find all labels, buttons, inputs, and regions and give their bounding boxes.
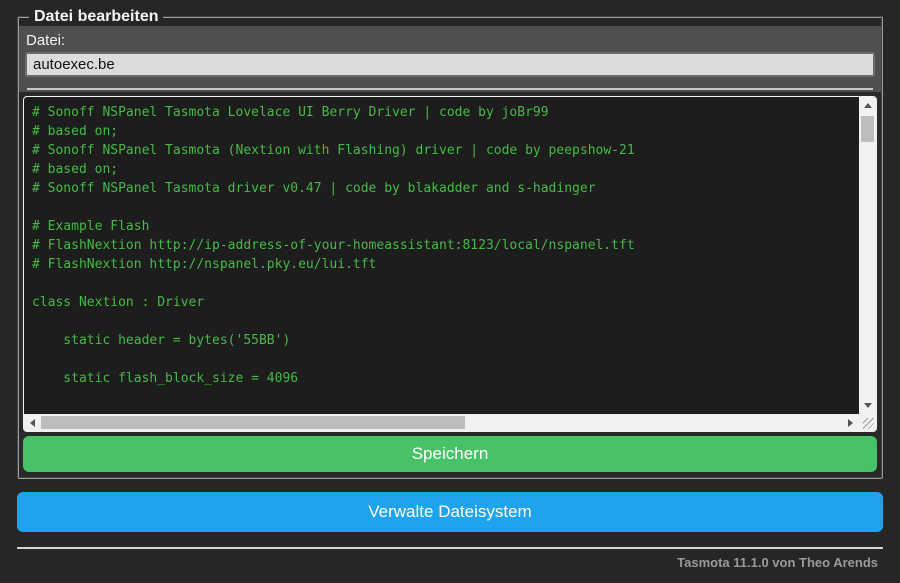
horizontal-scrollbar-thumb[interactable] [41, 416, 465, 429]
scrollbar-corner [859, 414, 876, 431]
scroll-up-button[interactable] [859, 97, 876, 114]
file-form-section: Datei: [19, 26, 881, 92]
scroll-down-arrow-icon [863, 403, 872, 408]
version-text: Tasmota 11.1.0 von Theo Arends [677, 555, 878, 570]
scroll-left-button[interactable] [24, 414, 41, 431]
form-divider [27, 88, 873, 90]
manage-filesystem-button[interactable]: Verwalte Dateisystem [17, 492, 883, 532]
file-edit-fieldset: Datei bearbeiten Datei: # Sonoff NSPanel… [17, 8, 883, 479]
code-textarea[interactable]: # Sonoff NSPanel Tasmota Lovelace UI Ber… [23, 96, 877, 432]
scroll-right-button[interactable] [842, 414, 859, 431]
vertical-scrollbar[interactable] [859, 97, 876, 414]
file-label: Datei: [26, 32, 66, 49]
editor-section: # Sonoff NSPanel Tasmota Lovelace UI Ber… [19, 92, 881, 477]
scroll-up-arrow-icon [863, 103, 872, 108]
footer: Tasmota 11.1.0 von Theo Arends [17, 547, 883, 570]
scroll-right-arrow-icon [848, 418, 853, 427]
filename-input[interactable] [25, 52, 875, 77]
horizontal-scrollbar[interactable] [24, 414, 859, 431]
save-button[interactable]: Speichern [23, 436, 877, 472]
scroll-left-arrow-icon [30, 418, 35, 427]
resize-grip-icon[interactable] [863, 418, 874, 429]
vertical-scrollbar-thumb[interactable] [861, 116, 874, 142]
page-container: Datei bearbeiten Datei: # Sonoff NSPanel… [0, 0, 900, 570]
scroll-down-button[interactable] [859, 397, 876, 414]
code-content: # Sonoff NSPanel Tasmota Lovelace UI Ber… [32, 105, 635, 386]
fieldset-legend: Datei bearbeiten [34, 8, 159, 25]
